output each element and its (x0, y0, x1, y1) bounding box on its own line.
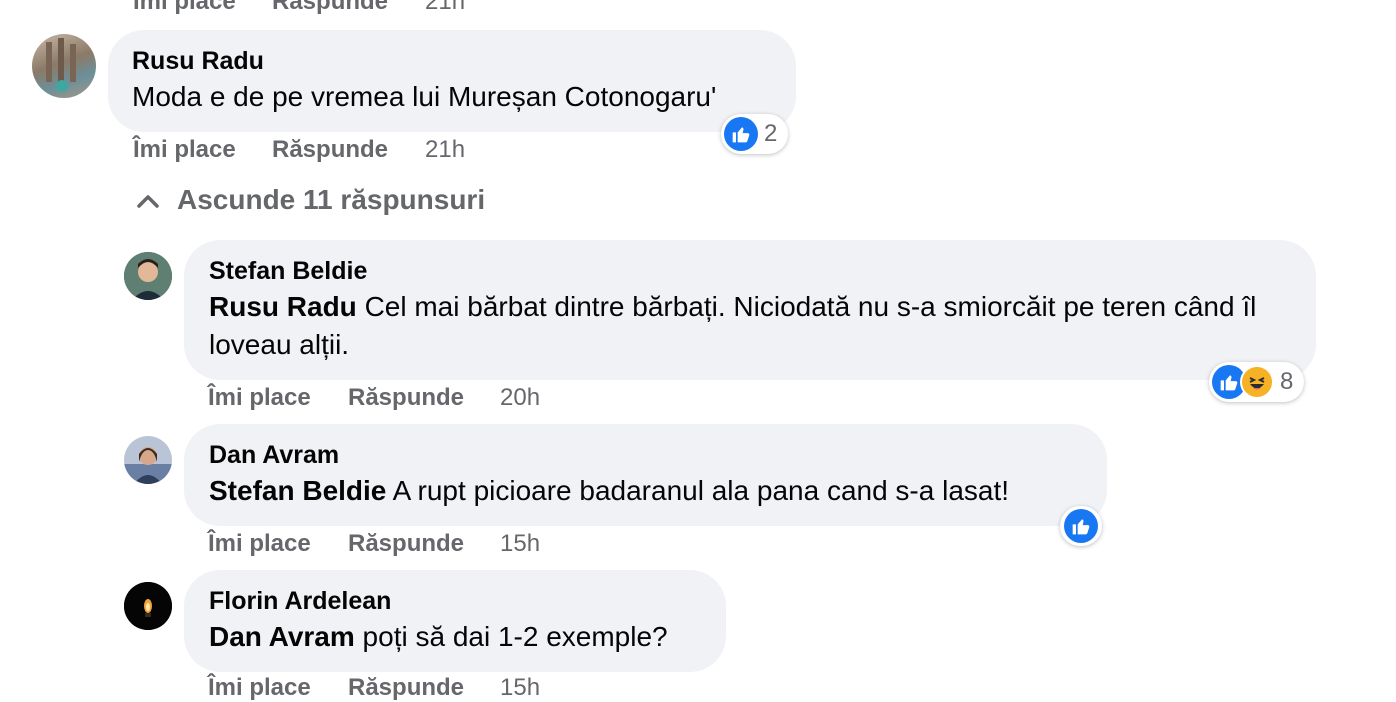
reaction-summary[interactable] (1060, 506, 1102, 546)
comment-author[interactable]: Rusu Radu (132, 47, 264, 76)
reaction-summary[interactable]: 2 (721, 114, 789, 154)
reply-button[interactable]: Răspunde (348, 674, 464, 702)
reply-button[interactable]: Răspunde (348, 530, 464, 558)
like-icon (724, 117, 758, 151)
reply-button[interactable]: Răspunde (348, 384, 464, 412)
reaction-count: 8 (1280, 368, 1294, 395)
comment-bubble: Stefan Beldie Rusu Radu Cel mai bărbat d… (184, 240, 1316, 380)
like-button[interactable]: Îmi place (208, 530, 311, 558)
comment-bubble: Rusu Radu Moda e de pe vremea lui Mureșa… (108, 30, 796, 132)
mention-link[interactable]: Stefan Beldie (209, 475, 386, 506)
reply-button[interactable]: Răspunde (272, 136, 388, 164)
comment-author[interactable]: Dan Avram (209, 441, 339, 470)
hide-replies-button[interactable]: Ascunde 11 răspunsuri (177, 184, 485, 216)
like-button[interactable]: Îmi place (208, 384, 311, 412)
reaction-count: 2 (764, 120, 778, 147)
avatar[interactable] (124, 436, 172, 484)
comment-text: Stefan Beldie A rupt picioare badaranul … (209, 472, 1009, 510)
timestamp: 21h (425, 136, 466, 163)
avatar-photo-icon (124, 252, 172, 300)
comment-bubble: Florin Ardelean Dan Avram poți să dai 1-… (184, 570, 726, 672)
comment-text: Moda e de pe vremea lui Mureșan Cotonoga… (132, 81, 717, 112)
haha-icon (1240, 365, 1274, 399)
reply-button[interactable]: Răspunde (272, 0, 388, 16)
like-button[interactable]: Îmi place (133, 136, 236, 164)
comment-author[interactable]: Florin Ardelean (209, 587, 391, 616)
candle-icon (124, 582, 172, 630)
like-button[interactable]: Îmi place (133, 0, 236, 16)
comment-body: A rupt picioare badaranul ala pana cand … (392, 475, 1010, 506)
mention-link[interactable]: Rusu Radu (209, 291, 357, 322)
timestamp: 15h (500, 530, 541, 557)
chevron-up-icon[interactable] (134, 188, 162, 216)
comment-bubble: Dan Avram Stefan Beldie A rupt picioare … (184, 424, 1107, 526)
avatar-photo-icon (124, 436, 172, 484)
avatar[interactable] (124, 252, 172, 300)
timestamp: 21h (425, 0, 466, 15)
comment-body: poți să dai 1-2 exemple? (362, 621, 668, 652)
timestamp: 20h (500, 384, 541, 411)
reaction-summary[interactable]: 8 (1209, 362, 1305, 402)
comment-body: Cel mai bărbat dintre bărbați. Niciodată… (209, 291, 1257, 360)
avatar[interactable] (32, 34, 96, 98)
timestamp: 15h (500, 674, 541, 701)
like-button[interactable]: Îmi place (208, 674, 311, 702)
like-icon (1064, 509, 1098, 543)
avatar-photo-icon (46, 38, 76, 92)
comment-text: Rusu Radu Cel mai bărbat dintre bărbați.… (209, 288, 1289, 364)
avatar[interactable] (124, 582, 172, 630)
comment-author[interactable]: Stefan Beldie (209, 257, 367, 286)
comment-text: Dan Avram poți să dai 1-2 exemple? (209, 618, 668, 656)
mention-link[interactable]: Dan Avram (209, 621, 355, 652)
